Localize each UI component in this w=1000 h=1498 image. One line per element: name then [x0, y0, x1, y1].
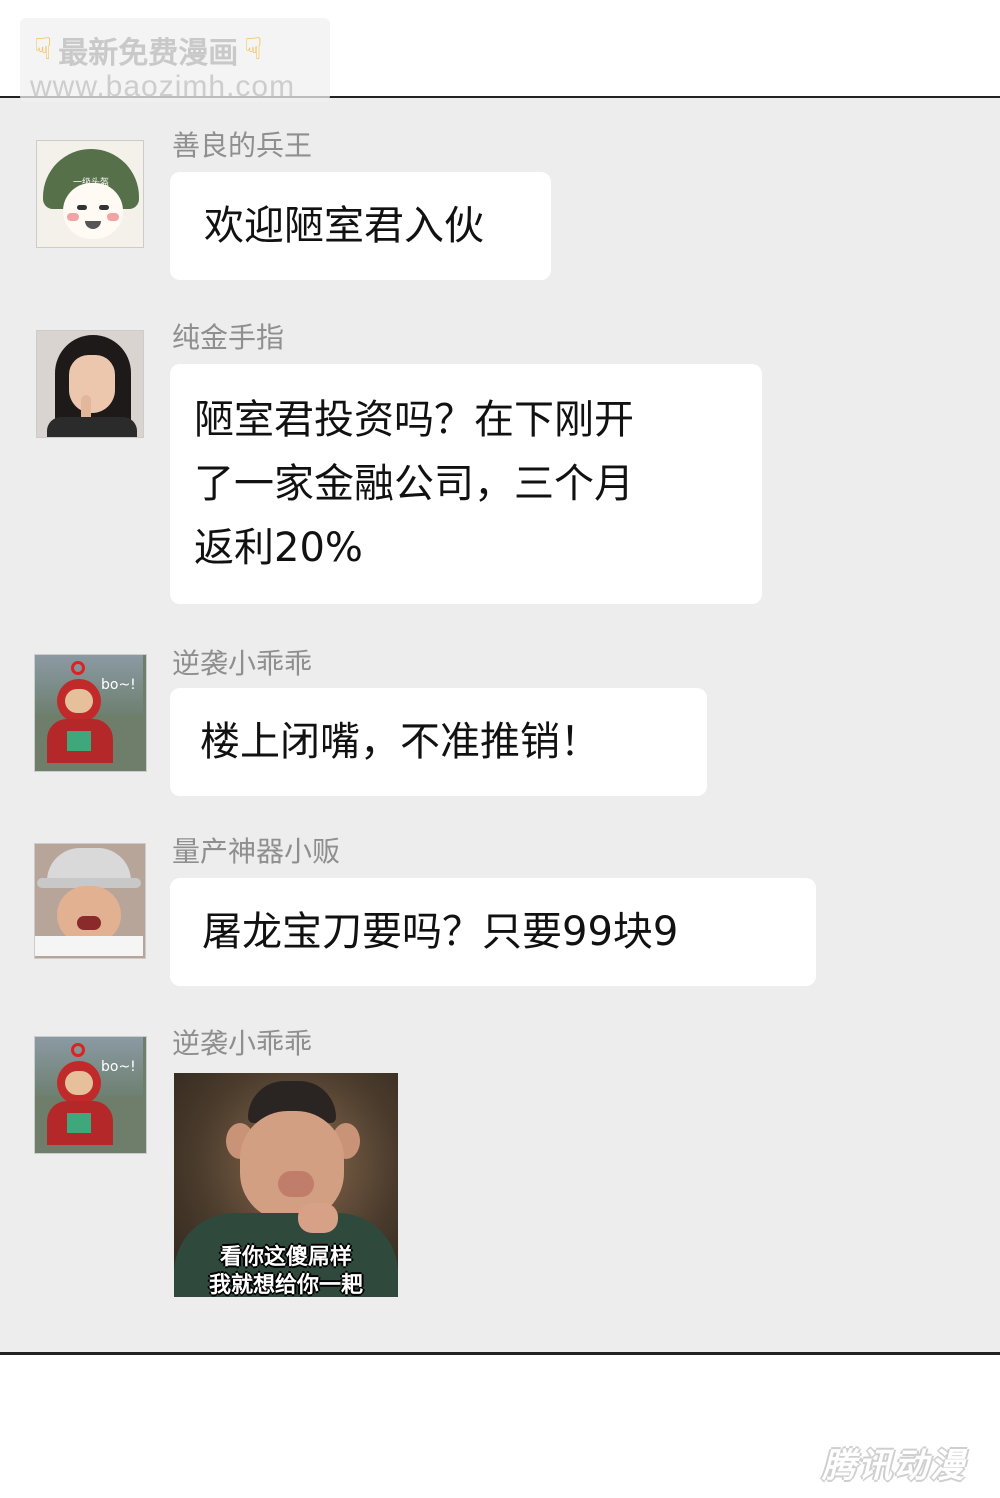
message-bubble[interactable]: 陋室君投资吗？在下刚开 了一家金融公司，三个月 返利20%	[170, 364, 762, 604]
message-text: 楼上闭嘴，不准推销！	[200, 719, 600, 765]
message-text: 屠龙宝刀要吗？只要99块9	[202, 909, 679, 955]
avatar-teletubby[interactable]: bo~!	[34, 1036, 147, 1154]
sender-name: 逆袭小乖乖	[172, 1027, 313, 1060]
message-bubble[interactable]: 楼上闭嘴，不准推销！	[170, 688, 707, 796]
tencent-comic-watermark: 腾讯动漫	[822, 1446, 966, 1486]
pointing-down-hand-icon: ☟	[34, 32, 53, 67]
avatar-teletubby[interactable]: bo~!	[34, 654, 147, 772]
avatar-bo-label: bo~!	[101, 677, 136, 693]
message-bubble[interactable]: 欢迎陋室君入伙	[170, 172, 551, 280]
watermark-url: www.baozimh.com	[30, 70, 296, 103]
site-watermark: ☟ 最新免费漫画 ☟ www.baozimh.com	[20, 18, 330, 103]
message-text-line: 了一家金融公司，三个月	[194, 461, 634, 507]
sender-name: 善良的兵王	[172, 129, 313, 162]
watermark-line1: 最新免费漫画	[58, 36, 239, 71]
avatar-bo-label: bo~!	[101, 1059, 136, 1075]
sticker-image[interactable]: 看你这傻屌样 我就想给你一耙	[174, 1073, 398, 1297]
avatar-crying-vendor[interactable]	[34, 843, 146, 959]
sender-name: 量产神器小贩	[172, 835, 341, 868]
message-text-line: 陋室君投资吗？在下刚开	[194, 397, 634, 443]
message-bubble[interactable]: 屠龙宝刀要吗？只要99块9	[170, 878, 816, 986]
pointing-down-hand-icon: ☟	[244, 32, 263, 67]
sticker-caption: 我就想给你一耙	[208, 1273, 363, 1297]
sender-name: 逆袭小乖乖	[172, 647, 313, 680]
avatar-helmet-soldier[interactable]: 一级头盔	[36, 140, 144, 248]
watermark-title: ☟ 最新免费漫画 ☟	[34, 30, 324, 72]
avatar-girl-photo[interactable]	[36, 330, 144, 438]
message-text-line: 返利20%	[194, 525, 363, 571]
message-text: 欢迎陋室君入伙	[204, 203, 484, 249]
sender-name: 纯金手指	[172, 321, 285, 354]
